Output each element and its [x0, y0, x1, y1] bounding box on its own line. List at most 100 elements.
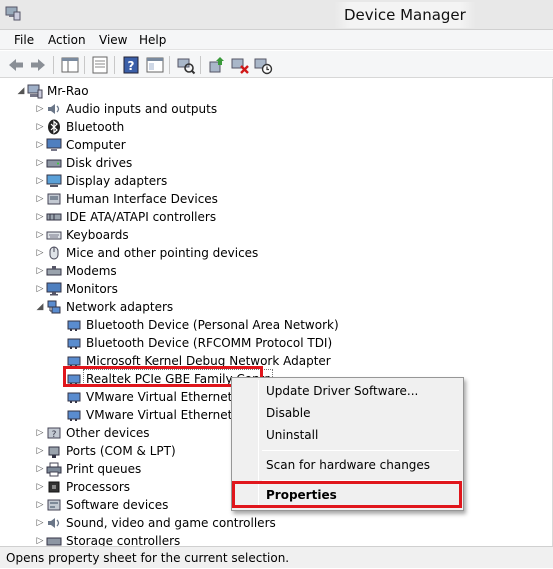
- status-text: Opens property sheet for the current sel…: [6, 551, 290, 565]
- tree-root-label: Mr-Rao: [47, 84, 89, 98]
- tree-child-label: VMware Virtual Ethernet Ad: [86, 390, 252, 404]
- monitor-icon: [46, 282, 62, 296]
- tree-item-label: Ports (COM & LPT): [66, 444, 176, 458]
- tree-item-label: Modems: [66, 264, 117, 278]
- menu-help[interactable]: Help: [137, 30, 168, 50]
- window-title: Device Manager: [334, 2, 476, 28]
- menu-view[interactable]: View: [97, 30, 129, 50]
- printer-icon: [46, 462, 62, 477]
- forward-icon[interactable]: [28, 55, 48, 75]
- tree-item-label: Network adapters: [66, 300, 174, 314]
- other-devices-icon: ?: [47, 427, 61, 440]
- tree-item-label: Monitors: [66, 282, 118, 296]
- network-card-icon: [67, 374, 81, 385]
- toolbar-separator: [114, 56, 115, 74]
- back-icon[interactable]: [6, 55, 26, 75]
- software-device-icon: [47, 499, 61, 511]
- toolbar-separator: [169, 56, 170, 74]
- network-card-icon: [67, 410, 81, 421]
- expand-arrow-icon[interactable]: ▷: [34, 514, 46, 532]
- menu-separator: [262, 450, 459, 451]
- hid-icon: [47, 193, 61, 205]
- processor-icon: [48, 481, 60, 493]
- modem-icon: [46, 266, 62, 276]
- disk-drive-icon: [46, 159, 62, 168]
- collapse-arrow-icon[interactable]: ◢: [34, 298, 46, 316]
- tree-item-label: Display adapters: [66, 174, 168, 188]
- expand-arrow-icon[interactable]: ▷: [34, 154, 46, 172]
- expand-arrow-icon[interactable]: ▷: [34, 208, 46, 226]
- tree-item-label: Print queues: [66, 462, 142, 476]
- tree-item-label: Human Interface Devices: [66, 192, 218, 206]
- tree-item-label: IDE ATA/ATAPI controllers: [66, 210, 217, 224]
- computer-icon: [46, 138, 62, 151]
- menu-item-uninstall[interactable]: Uninstall: [234, 424, 461, 446]
- help-icon[interactable]: ?: [121, 55, 141, 75]
- storage-controller-icon: [46, 537, 62, 546]
- tree-item-label: Processors: [66, 480, 131, 494]
- speaker-icon: [48, 104, 60, 114]
- expand-arrow-icon[interactable]: ▷: [34, 190, 46, 208]
- bluetooth-icon: [48, 119, 60, 135]
- svg-text:?: ?: [52, 430, 57, 440]
- expand-arrow-icon[interactable]: ▷: [34, 424, 46, 442]
- device-manager-app-icon[interactable]: [4, 4, 22, 22]
- menu-action[interactable]: Action: [46, 30, 88, 50]
- tree-item-label: Sound, video and game controllers: [66, 516, 276, 530]
- update-driver-icon[interactable]: [207, 55, 227, 75]
- tree-child-label: Microsoft Kernel Debug Network Adapter: [86, 354, 331, 368]
- view-pane-icon[interactable]: [145, 55, 165, 75]
- tree-item-label: Other devices: [66, 426, 150, 440]
- menu-item-disable[interactable]: Disable: [234, 402, 461, 424]
- network-card-icon: [67, 392, 81, 403]
- tree-item-label: Mice and other pointing devices: [66, 246, 259, 260]
- ide-controller-icon: [46, 213, 62, 221]
- port-icon: [48, 446, 60, 458]
- expand-arrow-icon[interactable]: ▷: [34, 244, 46, 262]
- disable-icon[interactable]: [253, 55, 273, 75]
- menu-bar: File Action View Help: [0, 30, 553, 50]
- title-bar[interactable]: Device Manager: [0, 0, 553, 30]
- expand-arrow-icon[interactable]: ▷: [34, 442, 46, 460]
- toolbar: ?: [0, 51, 553, 78]
- scan-hardware-icon[interactable]: [176, 55, 196, 75]
- svg-text:?: ?: [128, 59, 135, 73]
- menu-file[interactable]: File: [12, 30, 36, 50]
- tree-item-label: Keyboards: [66, 228, 129, 242]
- tree-item-label: Audio inputs and outputs: [66, 102, 218, 116]
- network-card-icon: [67, 356, 81, 367]
- menu-item-update-driver[interactable]: Update Driver Software...: [234, 380, 461, 402]
- expand-arrow-icon[interactable]: ▷: [34, 136, 46, 154]
- network-card-icon: [67, 320, 81, 331]
- menu-item-properties[interactable]: Properties: [234, 484, 461, 506]
- properties-icon[interactable]: [90, 55, 110, 75]
- menu-separator: [262, 480, 459, 481]
- expand-arrow-icon[interactable]: ▷: [34, 532, 46, 546]
- tree-item-label: Disk drives: [66, 156, 133, 170]
- expand-arrow-icon[interactable]: ▷: [34, 478, 46, 496]
- expand-arrow-icon[interactable]: ▷: [34, 100, 46, 118]
- expand-arrow-icon[interactable]: ▷: [34, 280, 46, 298]
- uninstall-icon[interactable]: [230, 55, 250, 75]
- expand-arrow-icon[interactable]: ▷: [34, 118, 46, 136]
- tree-item-label: Storage controllers: [66, 534, 181, 546]
- expand-arrow-icon[interactable]: ▷: [34, 226, 46, 244]
- toolbar-separator: [200, 56, 201, 74]
- menu-item-scan-hardware[interactable]: Scan for hardware changes: [234, 454, 461, 476]
- collapse-arrow-icon[interactable]: ◢: [15, 82, 27, 100]
- tree-item-label: Computer: [66, 138, 126, 152]
- expand-arrow-icon[interactable]: ▷: [34, 172, 46, 190]
- context-menu: Update Driver Software... Disable Uninst…: [231, 377, 464, 511]
- tree-item-label: Bluetooth: [66, 120, 125, 134]
- show-hide-console-tree-icon[interactable]: [60, 55, 80, 75]
- tree-item-label: Software devices: [66, 498, 169, 512]
- tree-child-label: Bluetooth Device (RFCOMM Protocol TDI): [86, 336, 333, 350]
- expand-arrow-icon[interactable]: ▷: [34, 496, 46, 514]
- toolbar-separator: [53, 56, 54, 74]
- expand-arrow-icon[interactable]: ▷: [34, 262, 46, 280]
- keyboard-icon: [46, 231, 62, 240]
- expand-arrow-icon[interactable]: ▷: [34, 460, 46, 478]
- mouse-icon: [49, 246, 59, 260]
- display-adapter-icon: [46, 174, 62, 187]
- network-adapter-icon: [47, 300, 61, 314]
